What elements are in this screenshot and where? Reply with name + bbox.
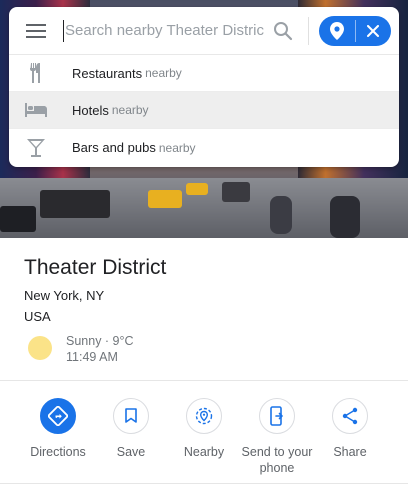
suggestion-hotels[interactable]: Hotels nearby	[9, 92, 399, 129]
photo-car	[0, 206, 36, 232]
directions-label: Directions	[30, 445, 86, 459]
suggestion-sublabel: nearby	[111, 103, 149, 117]
place-country: USA	[24, 309, 51, 324]
suggestion-label: Bars and pubs	[72, 140, 156, 155]
photo-car	[222, 182, 250, 202]
photo-taxi	[186, 183, 208, 195]
search-button[interactable]	[264, 7, 302, 55]
bed-icon	[25, 103, 47, 117]
share-label: Share	[333, 445, 367, 459]
nearby-icon	[195, 407, 213, 425]
sun-icon	[28, 336, 52, 360]
fork-knife-icon	[30, 63, 40, 83]
clear-location-button[interactable]	[355, 16, 391, 46]
suggestion-label: Hotels	[72, 102, 109, 118]
share-circle	[332, 398, 368, 434]
photo-car	[40, 190, 110, 218]
send-to-phone-label: Send to your phone	[241, 445, 313, 475]
search-panel: Restaurants nearby Hotels nearby Bars an…	[9, 7, 399, 167]
directions-icon	[48, 406, 68, 426]
menu-button[interactable]	[9, 7, 63, 55]
suggestion-sublabel: nearby	[145, 66, 182, 80]
suggestion-sublabel: nearby	[158, 140, 196, 155]
divider	[0, 483, 408, 484]
place-city: New York, NY	[24, 288, 105, 303]
place-title: Theater District	[24, 256, 167, 279]
directions-circle	[40, 398, 76, 434]
bookmark-icon	[125, 408, 137, 423]
send-to-phone-circle	[259, 398, 295, 434]
directions-button[interactable]: Directions	[18, 398, 98, 460]
share-icon	[342, 407, 358, 425]
suggestion-bars[interactable]: Bars and pubs nearby	[9, 129, 399, 166]
action-buttons: Directions Save Nearby Send to your phon…	[0, 398, 408, 480]
nearby-label: Nearby	[183, 445, 225, 459]
send-to-phone-button[interactable]: Send to your phone	[237, 398, 317, 476]
nearby-circle	[186, 398, 222, 434]
photo-taxi	[148, 190, 182, 208]
search-separator	[308, 16, 309, 45]
photo-pedestrians	[270, 196, 292, 234]
location-pin-icon	[329, 21, 344, 40]
hamburger-menu-icon	[26, 23, 46, 38]
search-bar	[9, 7, 399, 55]
weather-time: 11:49 AM	[66, 350, 118, 364]
cocktail-icon	[27, 138, 45, 157]
weather-condition: Sunny · 9°C	[66, 334, 134, 348]
suggestion-restaurants[interactable]: Restaurants nearby	[9, 55, 399, 92]
close-icon	[367, 24, 380, 37]
location-pill	[319, 15, 391, 46]
share-button[interactable]: Share	[310, 398, 390, 460]
nearby-button[interactable]: Nearby	[164, 398, 244, 460]
save-button[interactable]: Save	[91, 398, 171, 460]
search-icon	[274, 21, 293, 40]
send-to-phone-icon	[270, 406, 283, 426]
divider	[0, 380, 408, 381]
photo-pedestrians	[330, 196, 360, 238]
location-filter-button[interactable]	[319, 16, 355, 46]
search-input[interactable]	[63, 19, 264, 42]
suggestion-label: Restaurants	[72, 65, 143, 81]
save-label: Save	[116, 445, 146, 459]
save-circle	[113, 398, 149, 434]
